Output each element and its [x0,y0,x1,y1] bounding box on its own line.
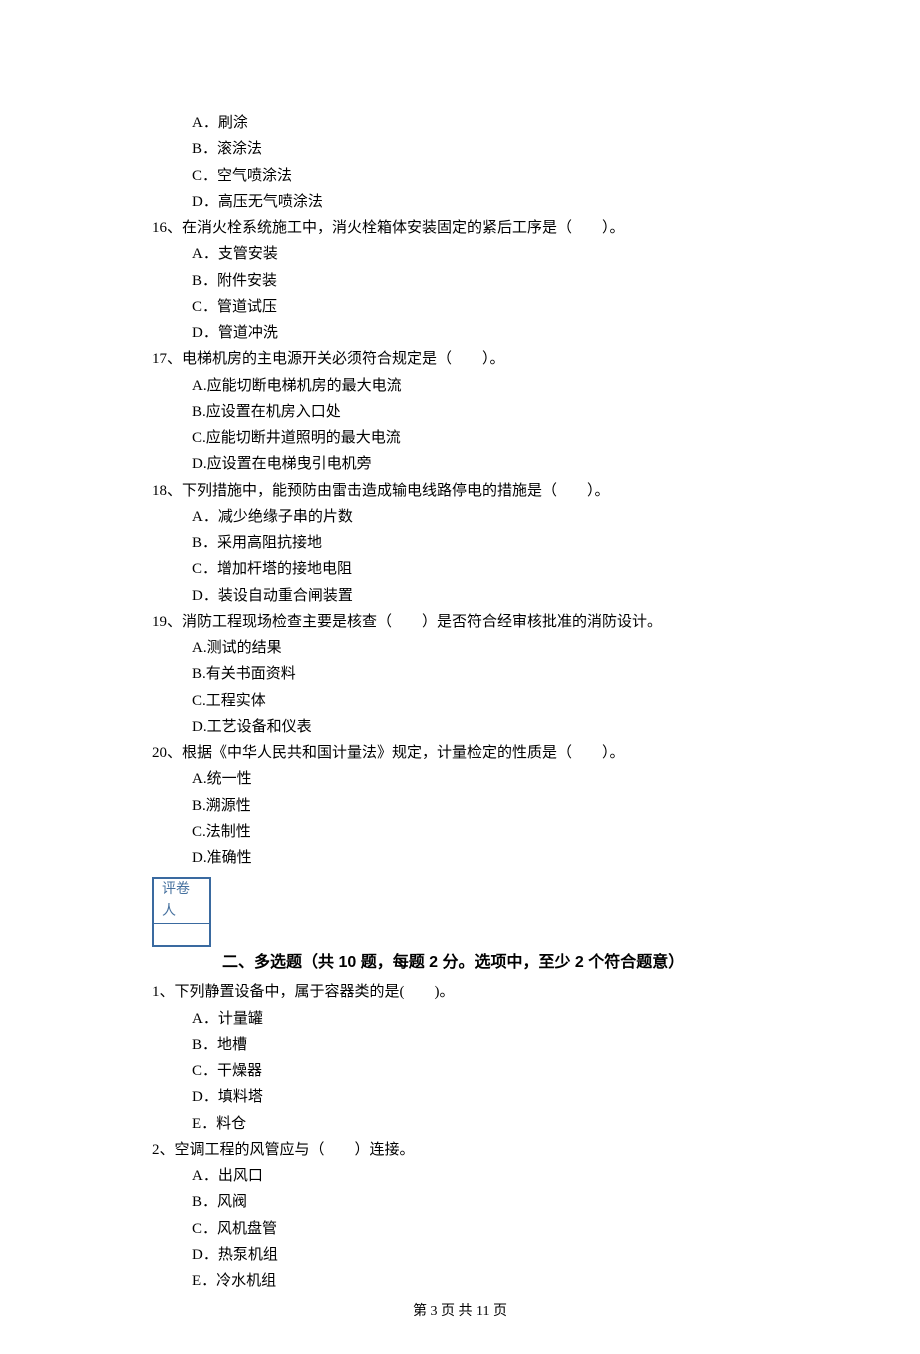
q16-option-a: A．支管安装 [192,241,780,267]
q17-option-c: C.应能切断井道照明的最大电流 [192,425,780,451]
q20-option-c: C.法制性 [192,819,780,845]
q17-options: A.应能切断电梯机房的最大电流 B.应设置在机房入口处 C.应能切断井道照明的最… [152,373,780,478]
m2-option-a: A．出风口 [192,1163,780,1189]
q18-options: A．减少绝缘子串的片数 B．采用高阻抗接地 C．增加杆塔的接地电阻 D．装设自动… [152,504,780,609]
q17-option-a: A.应能切断电梯机房的最大电流 [192,373,780,399]
q20-options: A.统一性 B.溯源性 C.法制性 D.准确性 [152,766,780,871]
m2-options: A．出风口 B．风阀 C．风机盘管 D．热泵机组 E．冷水机组 [152,1163,780,1294]
q16-options: A．支管安装 B．附件安装 C．管道试压 D．管道冲洗 [152,241,780,346]
q20-stem: 20、根据《中华人民共和国计量法》规定，计量检定的性质是（ ）。 [152,740,780,766]
m1-option-d: D．填料塔 [192,1084,780,1110]
q15-option-a: A．刷涂 [192,110,780,136]
grader-box: 评卷人 [152,877,211,947]
m1-options: A．计量罐 B．地槽 C．干燥器 D．填料塔 E．料仓 [152,1006,780,1137]
page-footer: 第 3 页 共 11 页 [0,1300,920,1325]
m1-option-a: A．计量罐 [192,1006,780,1032]
q16-option-c: C．管道试压 [192,294,780,320]
q17-option-b: B.应设置在机房入口处 [192,399,780,425]
q16-stem: 16、在消火栓系统施工中，消火栓箱体安装固定的紧后工序是（ ）。 [152,215,780,241]
q19-options: A.测试的结果 B.有关书面资料 C.工程实体 D.工艺设备和仪表 [152,635,780,740]
section-2-title: 二、多选题（共 10 题，每题 2 分。选项中，至少 2 个符合题意） [152,949,780,979]
m1-option-e: E．料仓 [192,1111,780,1137]
m2-option-c: C．风机盘管 [192,1216,780,1242]
q15-option-c: C．空气喷涂法 [192,163,780,189]
q20-option-a: A.统一性 [192,766,780,792]
q18-option-b: B．采用高阻抗接地 [192,530,780,556]
grader-empty-cell [154,924,210,946]
q15-option-d: D．高压无气喷涂法 [192,189,780,215]
q15-options: A．刷涂 B．滚涂法 C．空气喷涂法 D．高压无气喷涂法 [152,110,780,215]
q20-option-b: B.溯源性 [192,793,780,819]
q16-option-b: B．附件安装 [192,268,780,294]
q20-option-d: D.准确性 [192,845,780,871]
m1-stem: 1、下列静置设备中，属于容器类的是( )。 [152,979,780,1005]
q18-option-a: A．减少绝缘子串的片数 [192,504,780,530]
q18-option-d: D．装设自动重合闸装置 [192,583,780,609]
m2-stem: 2、空调工程的风管应与（ ）连接。 [152,1137,780,1163]
q19-option-b: B.有关书面资料 [192,661,780,687]
grader-label: 评卷人 [154,879,210,924]
q19-option-d: D.工艺设备和仪表 [192,714,780,740]
m2-option-d: D．热泵机组 [192,1242,780,1268]
m2-option-b: B．风阀 [192,1189,780,1215]
m2-option-e: E．冷水机组 [192,1268,780,1294]
m1-option-b: B．地槽 [192,1032,780,1058]
q18-option-c: C．增加杆塔的接地电阻 [192,556,780,582]
q18-stem: 18、下列措施中，能预防由雷击造成输电线路停电的措施是（ ）。 [152,478,780,504]
q19-stem: 19、消防工程现场检查主要是核查（ ）是否符合经审核批准的消防设计。 [152,609,780,635]
m1-option-c: C．干燥器 [192,1058,780,1084]
q19-option-c: C.工程实体 [192,688,780,714]
q17-option-d: D.应设置在电梯曳引电机旁 [192,451,780,477]
q19-option-a: A.测试的结果 [192,635,780,661]
q17-stem: 17、电梯机房的主电源开关必须符合规定是（ ）。 [152,346,780,372]
q15-option-b: B．滚涂法 [192,136,780,162]
q16-option-d: D．管道冲洗 [192,320,780,346]
